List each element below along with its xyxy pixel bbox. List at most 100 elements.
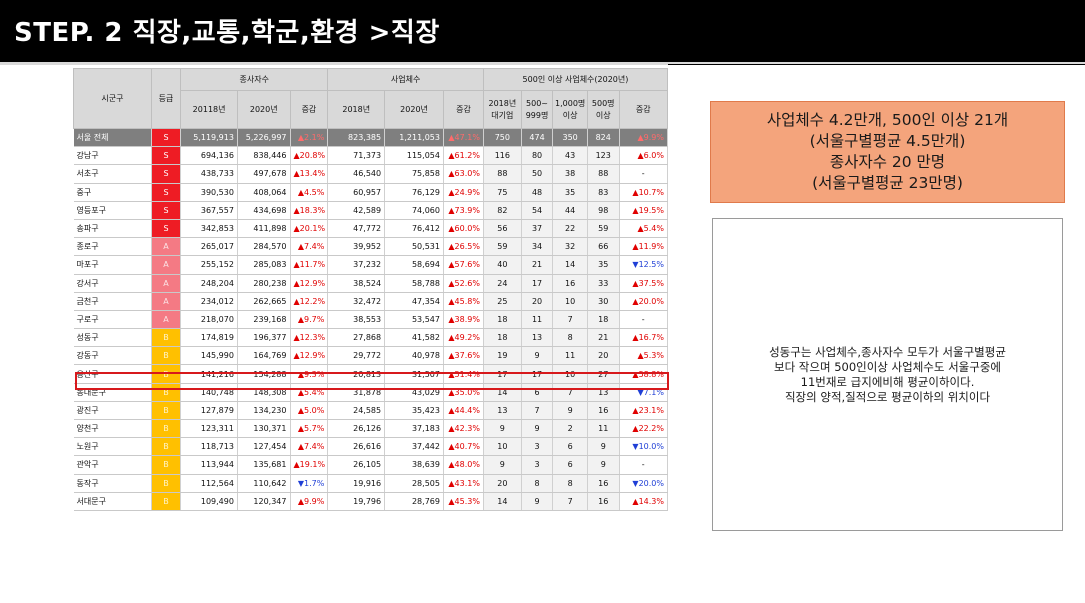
cell-w2018: 5,119,913	[180, 128, 238, 148]
cell-w2020: 130,371	[237, 419, 291, 439]
header-biz-group: 사업체수	[327, 68, 484, 91]
cell-l1000: 8	[552, 328, 588, 348]
cell-wchg: ▲20.1%	[290, 219, 329, 239]
cell-lchg: ▲19.5%	[619, 201, 668, 220]
cell-bchg: ▲38.9%	[443, 310, 484, 330]
note-line-4: 직장의 양적,질적으로 평균이하의 위치이다	[784, 389, 991, 404]
cell-w2018: 140,748	[180, 383, 238, 402]
cell-l2018: 750	[483, 128, 522, 148]
header-grade: 등급	[150, 68, 182, 129]
cell-l2018: 17	[483, 364, 522, 384]
cell-l1000: 43	[552, 146, 588, 166]
cell-grade: S	[151, 201, 182, 220]
table-row: 서초구 S 438,733 497,678 ▲13.4% 46,540 75,858 ▲63.…	[73, 164, 668, 184]
cell-l500: 37	[521, 219, 554, 239]
table-row: 금천구 A 234,012 262,665 ▲12.2% 32,472 47,354 ▲45.…	[73, 292, 668, 311]
header-large-biz-group: 500인 이상 사업체수(2020년)	[482, 68, 669, 91]
cell-wchg: ▲7.4%	[290, 437, 329, 457]
table-row: 강서구 A 248,204 280,238 ▲12.9% 38,524 58,788 ▲52.…	[73, 274, 668, 293]
cell-b2018: 29,772	[327, 346, 386, 366]
cell-l2018: 24	[483, 274, 522, 293]
cell-wchg: ▲5.0%	[290, 401, 329, 421]
cell-l1000: 350	[552, 128, 588, 148]
cell-b2020: 41,582	[384, 328, 444, 348]
cell-l2018: 10	[483, 437, 522, 457]
cell-lchg: ▲37.5%	[619, 274, 668, 293]
cell-district: 서초구	[73, 164, 152, 184]
cell-l500: 7	[521, 401, 554, 421]
cell-wchg: ▲4.5%	[290, 183, 329, 202]
cell-w2020: 148,308	[237, 383, 291, 402]
summary-line-3: 종사자수 20 만명	[829, 153, 946, 171]
cell-l1000: 10	[552, 292, 588, 311]
cell-l5000: 16	[587, 492, 620, 511]
cell-district: 강동구	[73, 346, 152, 366]
cell-l5000: 21	[587, 328, 620, 348]
cell-w2020: 284,570	[237, 237, 291, 257]
cell-w2020: 134,230	[237, 401, 291, 421]
cell-wchg: ▲5.7%	[290, 419, 329, 439]
cell-b2020: 50,531	[384, 237, 444, 257]
cell-grade: A	[151, 237, 182, 257]
cell-wchg: ▲9.9%	[290, 492, 329, 511]
cell-bchg: ▲26.5%	[443, 237, 484, 257]
cell-b2018: 38,524	[327, 274, 386, 293]
cell-grade: B	[151, 401, 182, 421]
cell-l2018: 14	[483, 492, 522, 511]
cell-bchg: ▲45.8%	[443, 292, 484, 311]
cell-grade: A	[151, 292, 182, 311]
cell-l1000: 38	[552, 164, 588, 184]
table-row: 중구 S 390,530 408,064 ▲4.5% 60,957 76,129 ▲24.9%…	[73, 183, 668, 202]
table-row: 종로구 A 265,017 284,570 ▲7.4% 39,952 50,531 ▲26.5…	[73, 237, 668, 257]
table-row: 강남구 S 694,136 838,446 ▲20.8% 71,373 115,054 ▲61…	[73, 146, 668, 166]
cell-bchg: ▲57.6%	[443, 255, 484, 275]
cell-lchg: ▲22.2%	[619, 419, 668, 439]
cell-lchg: ▼20.0%	[619, 474, 668, 493]
cell-wchg: ▲12.9%	[290, 274, 329, 293]
cell-lchg: ▼10.0%	[619, 437, 668, 457]
cell-l2018: 9	[483, 419, 522, 439]
cell-w2018: 112,564	[180, 474, 238, 493]
cell-l500: 48	[521, 183, 554, 202]
cell-grade: A	[151, 310, 182, 330]
cell-b2020: 35,423	[384, 401, 444, 421]
cell-w2020: 196,377	[237, 328, 291, 348]
header-biz-2018: 2018년	[327, 90, 386, 129]
cell-b2020: 31,507	[384, 364, 444, 384]
cell-l2018: 59	[483, 237, 522, 257]
header-workers-2018: 20118년	[180, 90, 238, 129]
cell-w2018: 109,490	[180, 492, 238, 511]
cell-l2018: 25	[483, 292, 522, 311]
cell-l500: 34	[521, 237, 554, 257]
cell-b2018: 42,589	[327, 201, 386, 220]
cell-wchg: ▲12.9%	[290, 346, 329, 366]
cell-district: 영등포구	[73, 201, 152, 220]
table-row: 광진구 B 127,879 134,230 ▲5.0% 24,585 35,423 ▲44.4…	[73, 401, 668, 421]
cell-l5000: 18	[587, 310, 620, 330]
cell-b2020: 40,978	[384, 346, 444, 366]
cell-l500: 13	[521, 328, 554, 348]
cell-district: 양천구	[73, 419, 152, 439]
cell-l5000: 9	[587, 437, 620, 457]
cell-b2018: 20,813	[327, 364, 386, 384]
cell-l5000: 16	[587, 474, 620, 493]
header-large-change: 증감	[618, 90, 668, 129]
cell-w2020: 127,454	[237, 437, 291, 457]
cell-grade: S	[151, 183, 182, 202]
cell-b2020: 115,054	[384, 146, 444, 166]
cell-district: 용산구	[73, 364, 152, 384]
cell-l1000: 2	[552, 419, 588, 439]
cell-w2020: 285,083	[237, 255, 291, 275]
cell-w2018: 390,530	[180, 183, 238, 202]
cell-wchg: ▲11.7%	[290, 255, 329, 275]
cell-district: 관악구	[73, 455, 152, 475]
cell-b2018: 47,772	[327, 219, 386, 239]
table-row: 관악구 B 113,944 135,681 ▲19.1% 26,105 38,639 ▲48.…	[73, 455, 668, 475]
cell-grade: B	[151, 383, 182, 402]
cell-lchg: ▲58.8%	[619, 364, 668, 384]
cell-grade: B	[151, 419, 182, 439]
table-row: 노원구 B 118,713 127,454 ▲7.4% 26,616 37,442 ▲40.7…	[73, 437, 668, 457]
cell-l1000: 14	[552, 255, 588, 275]
cell-wchg: ▲13.4%	[290, 164, 329, 184]
cell-bchg: ▲61.2%	[443, 146, 484, 166]
